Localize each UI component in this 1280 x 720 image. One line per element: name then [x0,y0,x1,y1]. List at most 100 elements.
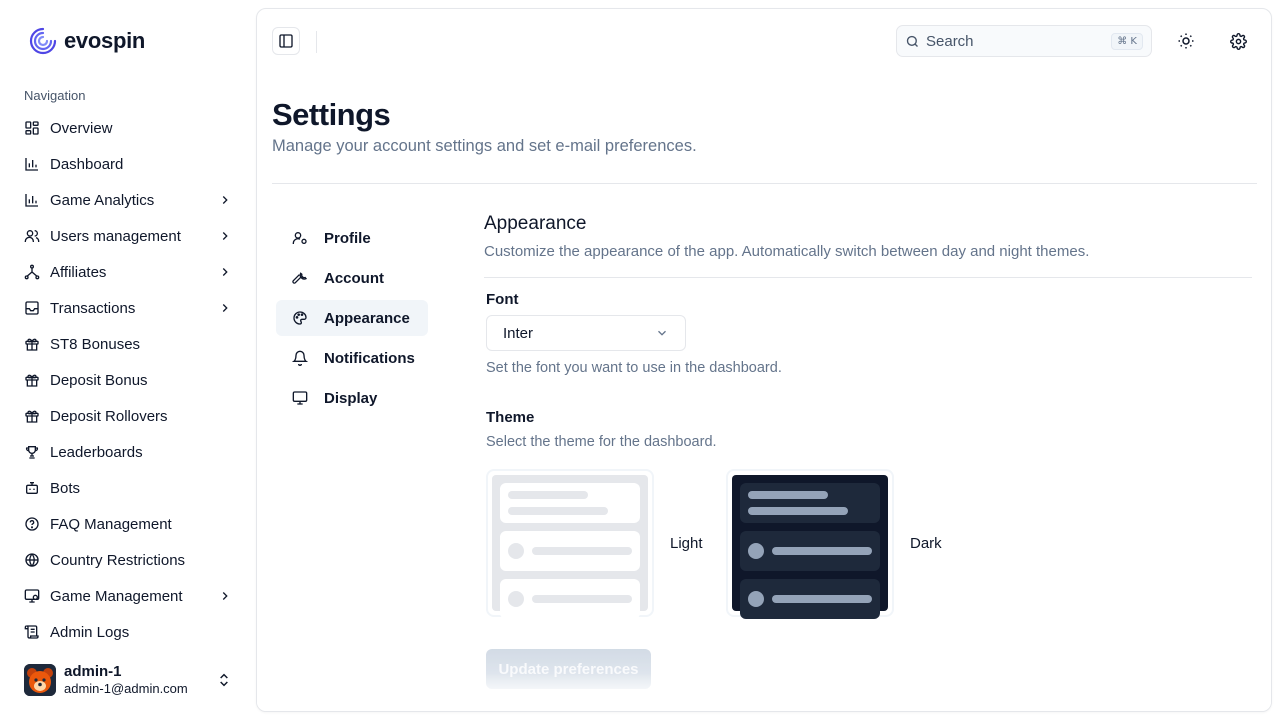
sidebar-item-label: Bots [50,479,81,497]
sidebar-item-label: Overview [50,119,113,137]
sidebar-item-leaderboards[interactable]: Leaderboards [16,434,240,470]
settings-nav: Profile Account Appearance Notifications… [276,220,428,420]
nav-heading: Navigation [24,88,86,103]
sidebar-item-label: Transactions [50,299,136,317]
gift-icon [24,372,40,388]
sidebar-item-overview[interactable]: Overview [16,110,240,146]
monitor-icon [292,390,308,406]
palette-icon [292,310,308,326]
tab-appearance[interactable]: Appearance [276,300,428,336]
chevron-right-icon [218,589,232,603]
sidebar-item-admin-logs[interactable]: Admin Logs [16,614,240,650]
sidebar-item-label: Game Analytics [50,191,155,209]
tab-label: Account [324,269,384,287]
grid-icon [24,120,40,136]
sidebar-item-transactions[interactable]: Transactions [16,290,240,326]
tab-account[interactable]: Account [276,260,428,296]
globe-icon [24,552,40,568]
section-subtitle: Customize the appearance of the app. Aut… [484,243,1090,260]
sidebar-item-label: Deposit Bonus [50,371,148,389]
font-select-value: Inter [503,324,534,342]
tab-display[interactable]: Display [276,380,428,416]
font-label: Font [486,291,519,308]
theme-option-dark[interactable]: Dark [726,469,942,619]
font-help: Set the font you want to use in the dash… [486,360,782,376]
settings-button[interactable] [1224,27,1252,55]
inbox-icon [24,300,40,316]
chevron-right-icon [218,265,232,279]
chevrons-up-down-icon [216,672,232,688]
sidebar-item-bots[interactable]: Bots [16,470,240,506]
sidebar-item-label: Country Restrictions [50,551,186,569]
brand-logo[interactable]: evospin [28,26,145,56]
sidebar-item-label: Admin Logs [50,623,130,641]
page-title: Settings [272,97,391,132]
brand-name: evospin [64,28,146,53]
theme-toggle-button[interactable] [1172,27,1200,55]
tab-notifications[interactable]: Notifications [276,340,428,376]
sidebar-item-deposit-rollovers[interactable]: Deposit Rollovers [16,398,240,434]
sidebar-nav: Overview Dashboard Game Analytics Users … [16,110,240,650]
sidebar-item-dashboard[interactable]: Dashboard [16,146,240,182]
user-cog-icon [292,230,308,246]
sidebar-item-label: Users management [50,227,181,245]
bot-icon [24,480,40,496]
sidebar-item-country-restrictions[interactable]: Country Restrictions [16,542,240,578]
appearance-section: Appearance Customize the appearance of t… [484,213,1252,278]
toggle-sidebar-button[interactable] [272,27,300,55]
bell-icon [292,350,308,366]
sidebar-item-label: ST8 Bonuses [50,335,141,353]
update-preferences-button[interactable]: Update preferences [486,649,651,689]
trophy-icon [24,444,40,460]
sidebar-item-faq-management[interactable]: FAQ Management [16,506,240,542]
sidebar-item-label: Game Management [50,587,183,605]
tab-label: Appearance [324,309,410,327]
sidebar-item-label: FAQ Management [50,515,172,533]
scroll-icon [24,624,40,640]
gift-icon [24,408,40,424]
theme-help: Select the theme for the dashboard. [486,434,717,450]
network-icon [24,264,40,280]
sidebar-item-label: Deposit Rollovers [50,407,168,425]
font-select[interactable]: Inter [486,315,686,351]
topbar-divider [316,31,317,53]
panel-left-icon [278,33,294,49]
users-icon [24,228,40,244]
sidebar-item-label: Affiliates [50,263,107,281]
user-menu[interactable]: admin-1 admin-1@admin.com [16,656,240,704]
page-subtitle: Manage your account settings and set e-m… [272,137,697,155]
chevron-down-icon [655,326,669,340]
chevron-right-icon [218,229,232,243]
sidebar-item-affiliates[interactable]: Affiliates [16,254,240,290]
theme-label: Theme [486,409,535,426]
user-email: admin-1@admin.com [64,681,188,697]
divider [484,277,1252,278]
sidebar-item-st8-bonuses[interactable]: ST8 Bonuses [16,326,240,362]
monitor-cog-icon [24,588,40,604]
tab-label: Notifications [324,349,415,367]
sidebar-item-game-analytics[interactable]: Game Analytics [16,182,240,218]
tab-profile[interactable]: Profile [276,220,428,256]
search-input[interactable]: Search ⌘ K [896,25,1152,57]
sidebar-item-users-management[interactable]: Users management [16,218,240,254]
user-info: admin-1 admin-1@admin.com [64,662,208,697]
spiral-logo-icon [28,26,58,56]
tab-label: Display [324,389,378,407]
section-title: Appearance [484,213,587,234]
topbar: Search ⌘ K [257,9,1271,73]
sidebar-item-deposit-bonus[interactable]: Deposit Bonus [16,362,240,398]
theme-option-light[interactable]: Light [486,469,703,619]
help-circle-icon [24,516,40,532]
sidebar-item-label: Leaderboards [50,443,143,461]
theme-preview-dark [726,469,894,619]
theme-preview-light [486,469,654,619]
scroll-fade [257,673,1271,711]
wrench-icon [292,270,308,286]
main-panel: Search ⌘ K Settings Manage your account … [256,8,1272,712]
user-name: admin-1 [64,662,122,680]
sidebar-item-game-management[interactable]: Game Management [16,578,240,614]
theme-option-label: Light [670,534,703,552]
bar-chart-icon [24,156,40,172]
gift-icon [24,336,40,352]
chevron-right-icon [218,193,232,207]
